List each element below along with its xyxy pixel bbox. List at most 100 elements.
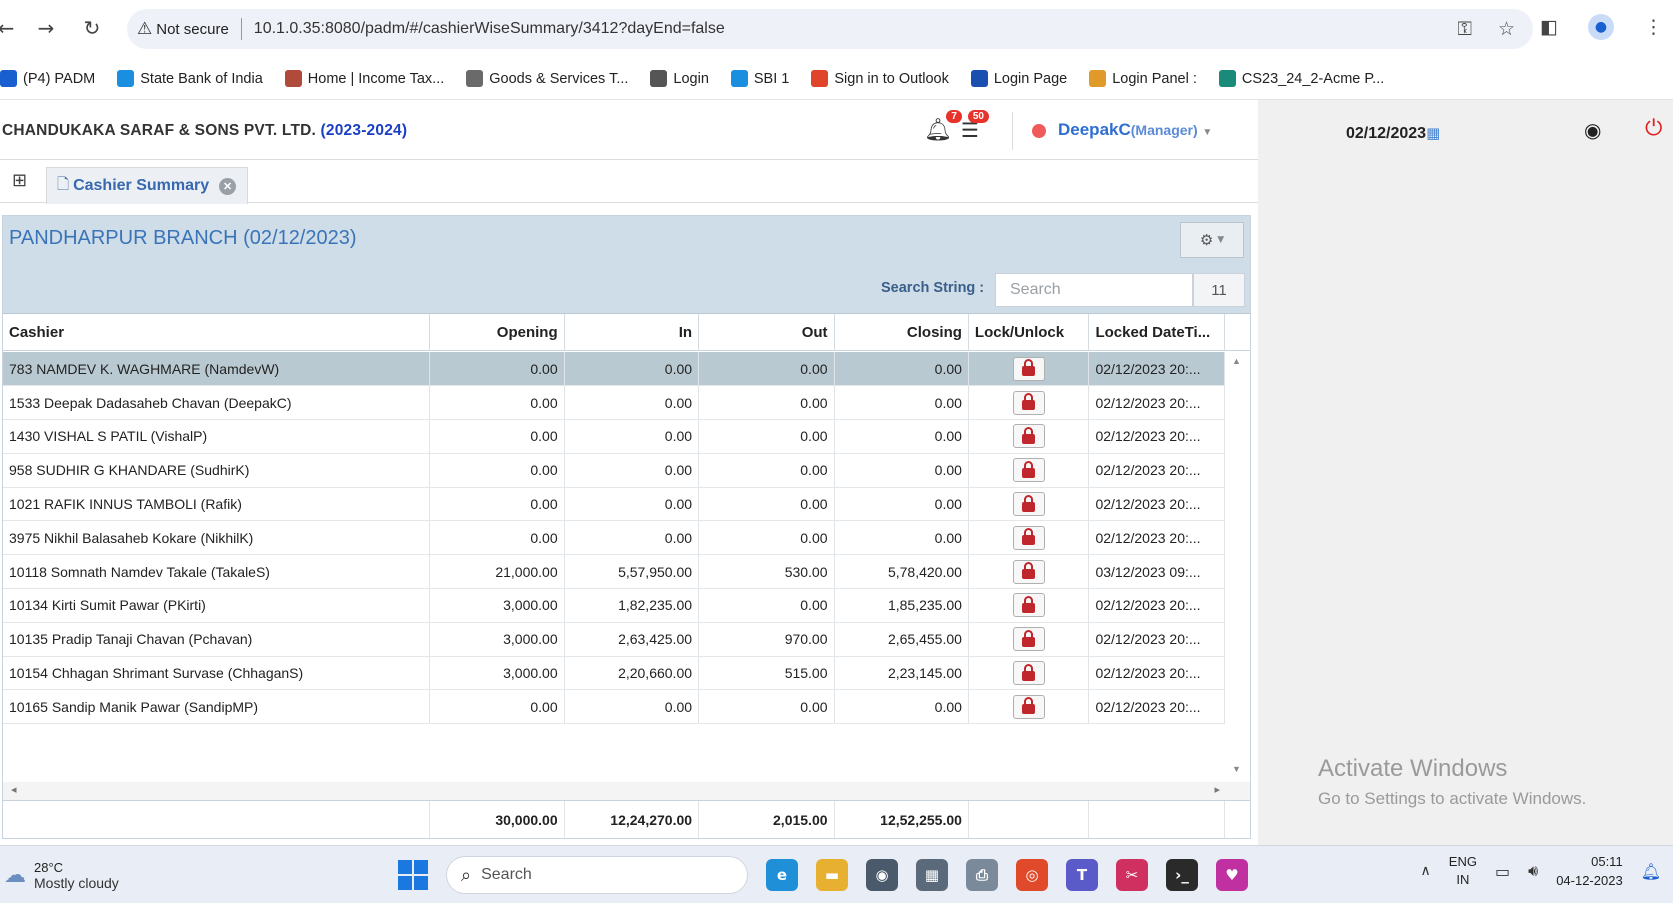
- app-heart-icon[interactable]: ♥: [1216, 859, 1248, 891]
- messages-tray-icon[interactable]: ☰ 50: [961, 110, 989, 142]
- taskbar-search[interactable]: ⌕ Search: [446, 856, 748, 894]
- horizontal-scrollbar[interactable]: ◂ ▸: [3, 782, 1250, 800]
- camera-icon[interactable]: ◉: [866, 859, 898, 891]
- scroll-left-icon[interactable]: ◂: [11, 783, 17, 796]
- table-row[interactable]: 1430 VISHAL S PATIL (VishalP) 0.00 0.00 0.0…: [3, 419, 1225, 454]
- close-icon[interactable]: ✕: [219, 177, 237, 195]
- weather-widget[interactable]: ☁ 28°C Mostly cloudy: [4, 860, 119, 891]
- bookmark-item[interactable]: Login: [650, 70, 709, 87]
- star-icon[interactable]: ☆: [1498, 18, 1515, 40]
- url-text[interactable]: 10.1.0.35:8080/padm/#/cashierWiseSummary…: [254, 20, 725, 38]
- cell-lock: [968, 588, 1090, 623]
- lock-toggle-button[interactable]: [1012, 627, 1045, 652]
- lock-toggle-button[interactable]: [1012, 593, 1045, 618]
- vertical-scrollbar[interactable]: ▲ ▼: [1228, 352, 1248, 782]
- bookmark-item[interactable]: Login Page: [970, 70, 1067, 87]
- table-row[interactable]: 1021 RAFIK INNUS TAMBOLI (Rafik) 0.00 0.00…: [3, 487, 1225, 522]
- cell-in: 0.00: [564, 419, 700, 454]
- scroll-right-icon[interactable]: ▸: [1214, 783, 1220, 796]
- bookmark-item[interactable]: State Bank of India: [117, 70, 263, 87]
- file-explorer-icon[interactable]: ▬: [816, 859, 848, 891]
- app-grid-icon[interactable]: ⊞: [12, 170, 27, 191]
- volume-icon[interactable]: 🔊︎: [1528, 861, 1538, 881]
- column-header[interactable]: In: [564, 314, 700, 350]
- column-header[interactable]: Out: [698, 314, 835, 350]
- search-input[interactable]: [995, 273, 1193, 307]
- security-label[interactable]: Not secure: [156, 21, 229, 38]
- column-header[interactable]: Cashier: [3, 314, 431, 350]
- bookmark-item[interactable]: Home | Income Tax...: [284, 70, 445, 87]
- cell-locked-datetime: 02/12/2023 20:...: [1088, 689, 1225, 725]
- profile-avatar-icon[interactable]: ●: [1588, 14, 1614, 40]
- business-date[interactable]: 02/12/2023▦: [1346, 124, 1440, 143]
- tab-cashier-summary[interactable]: 🗋 Cashier Summary ✕: [46, 167, 248, 204]
- table-row[interactable]: 958 SUDHIR G KHANDARE (SudhirK) 0.00 0.00 0…: [3, 453, 1225, 488]
- bookmark-label: Home | Income Tax...: [307, 70, 445, 87]
- lock-toggle-button[interactable]: [1012, 661, 1045, 686]
- reload-icon[interactable]: ↻: [78, 14, 106, 42]
- chrome-icon[interactable]: ◎: [1016, 859, 1048, 891]
- key-icon[interactable]: ⚿: [1457, 18, 1471, 40]
- menu-kebab-icon[interactable]: ⋮: [1644, 16, 1663, 38]
- terminal-icon[interactable]: ›_: [1166, 859, 1198, 891]
- lock-toggle-button[interactable]: [1012, 559, 1045, 584]
- cell-closing: 2,23,145.00: [834, 656, 969, 691]
- back-icon[interactable]: ←: [0, 14, 20, 42]
- table-row[interactable]: 10135 Pradip Tanaji Chavan (Pchavan) 3,00…: [3, 622, 1225, 657]
- lock-toggle-button[interactable]: [1012, 424, 1045, 449]
- chevron-up-icon[interactable]: ∧: [1421, 863, 1431, 879]
- table-row[interactable]: 783 NAMDEV K. WAGHMARE (NamdevW) 0.00 0.00…: [3, 352, 1225, 387]
- table-row[interactable]: 10154 Chhagan Shrimant Survase (ChhaganS…: [3, 656, 1225, 691]
- calendar-icon[interactable]: ▦: [1426, 124, 1440, 142]
- windows-start-icon[interactable]: [398, 860, 428, 890]
- snipping-tool-icon[interactable]: ✂: [1116, 859, 1148, 891]
- bookmark-item[interactable]: Goods & Services T...: [466, 70, 628, 87]
- hide-eye-icon[interactable]: ◉: [1584, 118, 1601, 142]
- lock-toggle-button[interactable]: [1012, 458, 1045, 483]
- table-row[interactable]: 1533 Deepak Dadasaheb Chavan (DeepakC) 0.…: [3, 385, 1225, 421]
- cell-in: 0.00: [564, 689, 700, 725]
- total-out: 2,015.00: [698, 801, 835, 838]
- column-header[interactable]: Closing: [834, 314, 969, 350]
- settings-dropdown-button[interactable]: ⚙ ▼: [1180, 222, 1244, 258]
- bookmark-item[interactable]: SBI 1: [730, 70, 789, 87]
- scroll-up-icon[interactable]: ▲: [1232, 356, 1241, 366]
- lock-toggle-button[interactable]: [1012, 390, 1045, 415]
- edge-icon[interactable]: e: [766, 859, 798, 891]
- column-header[interactable]: Locked DateTi...: [1088, 314, 1225, 350]
- cell-closing: 0.00: [834, 419, 969, 454]
- cell-closing: 0.00: [834, 385, 969, 421]
- power-logout-icon[interactable]: ⏻: [1645, 116, 1662, 141]
- table-row[interactable]: 3975 Nikhil Balasaheb Kokare (NikhilK) 0.…: [3, 520, 1225, 556]
- bookmark-item[interactable]: CS23_24_2-Acme P...: [1218, 70, 1384, 87]
- network-icon[interactable]: ▭: [1495, 862, 1510, 881]
- user-menu[interactable]: DeepakC(Manager) ▼: [1058, 120, 1212, 140]
- calculator-icon[interactable]: ▦: [916, 859, 948, 891]
- forward-icon[interactable]: →: [32, 14, 60, 42]
- scroll-down-icon[interactable]: ▼: [1232, 764, 1241, 774]
- cell-cashier: 1430 VISHAL S PATIL (VishalP): [3, 419, 431, 454]
- language-indicator[interactable]: ENG IN: [1449, 853, 1477, 889]
- table-row[interactable]: 10134 Kirti Sumit Pawar (PKirti) 3,000.00…: [3, 588, 1225, 623]
- bookmark-item[interactable]: Sign in to Outlook: [811, 70, 949, 87]
- cell-out: 0.00: [698, 588, 835, 623]
- table-row[interactable]: 10118 Somnath Namdev Takale (TakaleS) 21,…: [3, 554, 1225, 590]
- clock-date: 04-12-2023: [1556, 873, 1623, 888]
- bookmark-item[interactable]: (P4) PADM: [0, 70, 95, 87]
- column-header[interactable]: Lock/Unlock: [968, 314, 1090, 350]
- side-panel-icon[interactable]: ◧: [1540, 16, 1558, 38]
- address-bar[interactable]: ⚠ Not secure 10.1.0.35:8080/padm/#/cashi…: [127, 9, 1533, 49]
- system-clock[interactable]: 05:11 04-12-2023: [1556, 852, 1623, 890]
- notification-icon[interactable]: 🔔︎: [1641, 862, 1661, 881]
- printer-icon[interactable]: ⎙: [966, 859, 998, 891]
- lock-toggle-button[interactable]: [1012, 694, 1045, 719]
- lock-toggle-button[interactable]: [1012, 356, 1045, 381]
- teams-icon[interactable]: T: [1066, 859, 1098, 891]
- cell-cashier: 3975 Nikhil Balasaheb Kokare (NikhilK): [3, 520, 431, 556]
- lock-toggle-button[interactable]: [1012, 492, 1045, 517]
- lock-toggle-button[interactable]: [1012, 525, 1045, 550]
- table-row[interactable]: 10165 Sandip Manik Pawar (SandipMP) 0.00 0…: [3, 689, 1225, 725]
- bookmark-item[interactable]: Login Panel :: [1089, 70, 1197, 87]
- notifications-bell-icon[interactable]: 🔔︎ 7: [924, 110, 962, 143]
- column-header[interactable]: Opening: [429, 314, 565, 350]
